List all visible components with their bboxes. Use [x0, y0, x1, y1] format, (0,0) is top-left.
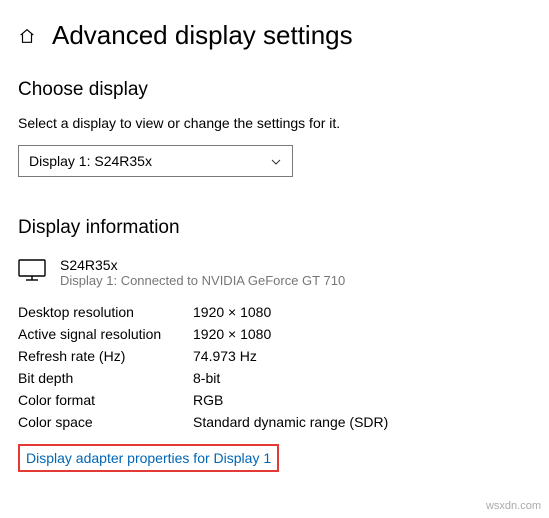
info-label: Refresh rate (Hz) [18, 348, 193, 364]
highlighted-link-box: Display adapter properties for Display 1 [18, 444, 279, 472]
display-information-title: Display information [18, 217, 531, 239]
adapter-properties-link[interactable]: Display adapter properties for Display 1 [26, 450, 271, 466]
display-information-section: Display information S24R35x Display 1: C… [18, 217, 531, 472]
monitor-description: Display 1: Connected to NVIDIA GeForce G… [60, 273, 345, 288]
monitor-text: S24R35x Display 1: Connected to NVIDIA G… [60, 257, 345, 288]
page-title: Advanced display settings [52, 20, 353, 51]
chevron-down-icon [270, 155, 282, 167]
info-value: 8-bit [193, 370, 531, 386]
info-label: Color format [18, 392, 193, 408]
info-value: RGB [193, 392, 531, 408]
display-select-value: Display 1: S24R35x [29, 153, 152, 169]
choose-display-desc: Select a display to view or change the s… [18, 115, 531, 131]
choose-display-title: Choose display [18, 79, 531, 101]
info-value: 1920 × 1080 [193, 326, 531, 342]
home-icon[interactable] [18, 27, 36, 45]
display-info-table: Desktop resolution1920 × 1080Active sign… [18, 304, 531, 430]
info-label: Color space [18, 414, 193, 430]
choose-display-section: Choose display Select a display to view … [18, 79, 531, 177]
info-label: Active signal resolution [18, 326, 193, 342]
info-value: 1920 × 1080 [193, 304, 531, 320]
info-value: 74.973 Hz [193, 348, 531, 364]
monitor-summary: S24R35x Display 1: Connected to NVIDIA G… [18, 257, 531, 288]
info-label: Desktop resolution [18, 304, 193, 320]
info-value: Standard dynamic range (SDR) [193, 414, 531, 430]
monitor-icon [18, 259, 46, 281]
display-select[interactable]: Display 1: S24R35x [18, 145, 293, 177]
info-label: Bit depth [18, 370, 193, 386]
monitor-name: S24R35x [60, 257, 345, 273]
watermark: wsxdn.com [486, 500, 541, 512]
header: Advanced display settings [18, 20, 531, 51]
